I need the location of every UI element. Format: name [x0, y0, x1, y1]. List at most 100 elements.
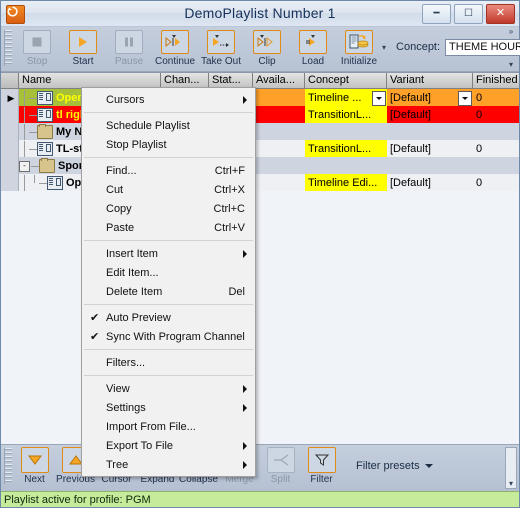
column-header-variant[interactable]: Variant — [387, 73, 473, 88]
menu-item-tree[interactable]: Tree — [82, 455, 255, 474]
menu-item-sync-with-program-channel[interactable]: ✔ Sync With Program Channel — [82, 327, 255, 346]
menu-item-cut[interactable]: Cut Ctrl+X — [82, 180, 255, 199]
table-row[interactable]: My New — [1, 123, 519, 140]
cell-availa[interactable] — [253, 140, 305, 157]
cell-availa[interactable] — [253, 106, 305, 123]
cell-finished[interactable] — [473, 123, 519, 140]
table-row[interactable]: OpenTimeline Edi...[Default]0100 % — [1, 174, 519, 191]
stop-button[interactable]: Stop — [14, 29, 60, 69]
cell-variant[interactable]: [Default] — [387, 140, 473, 157]
menu-item-shortcut: Ctrl+V — [214, 221, 245, 234]
cell-concept[interactable]: Timeline ... — [305, 89, 387, 106]
cell-finished[interactable]: 0 — [473, 106, 519, 123]
split-button[interactable]: Split — [260, 445, 301, 489]
cell-finished[interactable]: 0 — [473, 140, 519, 157]
table-row[interactable]: - Sports — [1, 157, 519, 174]
cell-variant[interactable]: [Default] — [387, 174, 473, 191]
cell-concept[interactable]: Timeline Edi... — [305, 174, 387, 191]
menu-item-find[interactable]: Find... Ctrl+F — [82, 161, 255, 180]
take-out-button[interactable]: Take Out — [198, 29, 244, 69]
menu-item-import-from-file[interactable]: Import From File... — [82, 417, 255, 436]
grid-body: ▶Open-Timeline ...[Default]0100 %tl righ… — [1, 89, 519, 191]
next-button[interactable]: Next — [14, 445, 55, 489]
toolbar-grip[interactable] — [4, 30, 12, 66]
row-cursor-gutter[interactable]: ▶ — [1, 89, 19, 106]
column-header-availa[interactable]: Availa... — [253, 73, 305, 88]
cell-variant[interactable]: [Default] — [387, 106, 473, 123]
cell-variant[interactable] — [387, 157, 473, 174]
menu-item-copy[interactable]: Copy Ctrl+C — [82, 199, 255, 218]
menu-separator — [84, 112, 253, 113]
submenu-arrow-icon — [243, 95, 247, 104]
menu-item-label: Cut — [106, 183, 124, 196]
cell-variant[interactable]: [Default] — [387, 89, 473, 106]
stop-button-label: Stop — [26, 56, 48, 67]
filter-presets-button[interactable]: Filter presets — [356, 445, 433, 487]
tree-line — [19, 175, 29, 191]
row-cursor-gutter[interactable] — [1, 157, 19, 174]
load-button[interactable]: Load — [290, 29, 336, 69]
check-icon: ✔ — [90, 331, 100, 343]
column-header-name[interactable]: Name — [19, 73, 161, 88]
menu-item-paste[interactable]: Paste Ctrl+V — [82, 218, 255, 237]
cell-concept[interactable]: TransitionL... — [305, 106, 387, 123]
minimize-button[interactable]: ━ — [422, 4, 451, 24]
toolbar-overflow-button[interactable]: ▾ — [382, 27, 386, 67]
table-row[interactable]: tl rightTransitionL...[Default]080 % — [1, 106, 519, 123]
row-cursor-gutter[interactable] — [1, 123, 19, 140]
menu-item-label: Settings — [106, 401, 146, 414]
clip-button[interactable]: Clip — [244, 29, 290, 69]
cell-finished-text: 0 — [476, 143, 483, 155]
menu-item-view[interactable]: View — [82, 379, 255, 398]
menu-item-edit-item[interactable]: Edit Item... — [82, 263, 255, 282]
menu-item-label: Copy — [106, 202, 132, 215]
maximize-button[interactable]: ☐ — [454, 4, 483, 24]
initialize-icon — [345, 30, 373, 54]
filter-button-label: Filter — [310, 474, 333, 485]
cell-finished[interactable]: 0 — [473, 174, 519, 191]
menu-item-export-to-file[interactable]: Export To File — [82, 436, 255, 455]
row-cursor-gutter[interactable] — [1, 140, 19, 157]
cell-concept[interactable]: TransitionL... — [305, 140, 387, 157]
bottom-toolbar-grip[interactable] — [4, 448, 12, 484]
menu-item-filters[interactable]: Filters... — [82, 353, 255, 372]
menu-item-stop-playlist[interactable]: Stop Playlist — [82, 135, 255, 154]
toolbar-expand-controls[interactable]: » ▾ — [505, 27, 517, 71]
column-header-concept[interactable]: Concept — [305, 73, 387, 88]
start-button[interactable]: Start — [60, 29, 106, 69]
document-icon — [47, 176, 63, 190]
menu-item-insert-item[interactable]: Insert Item — [82, 244, 255, 263]
menu-item-delete-item[interactable]: Delete Item Del — [82, 282, 255, 301]
row-cursor-gutter[interactable] — [1, 174, 19, 191]
table-row[interactable]: TL-stdTransitionL...[Default]0100 % — [1, 140, 519, 157]
cell-availa[interactable] — [253, 157, 305, 174]
cell-availa[interactable] — [253, 123, 305, 140]
row-cursor-gutter[interactable] — [1, 106, 19, 123]
menu-item-schedule-playlist[interactable]: Schedule Playlist — [82, 116, 255, 135]
menu-item-auto-preview[interactable]: ✔ Auto Preview — [82, 308, 255, 327]
table-row[interactable]: ▶Open-Timeline ...[Default]0100 % — [1, 89, 519, 106]
cell-finished[interactable] — [473, 157, 519, 174]
column-header-finished[interactable]: Finished — [473, 73, 519, 88]
cell-concept[interactable] — [305, 157, 387, 174]
menu-item-settings[interactable]: Settings — [82, 398, 255, 417]
top-toolbar: Stop Start Pause Continue Take Out Clip … — [1, 27, 520, 72]
continue-button[interactable]: Continue — [152, 29, 198, 69]
bottom-toolbar-scrollbar[interactable]: ▾ — [505, 447, 517, 489]
cell-availa[interactable] — [253, 174, 305, 191]
initialize-button[interactable]: Initialize — [336, 29, 382, 69]
column-header-chan[interactable]: Chan... — [161, 73, 209, 88]
variant-cell-dropdown[interactable] — [458, 91, 472, 106]
tree-line — [29, 175, 39, 191]
tree-expander-icon[interactable]: - — [19, 160, 30, 172]
cell-finished[interactable]: 0 — [473, 89, 519, 106]
cell-availa[interactable] — [253, 89, 305, 106]
close-button[interactable]: ✕ — [486, 4, 515, 24]
filter-button[interactable]: Filter — [301, 445, 342, 489]
cell-concept[interactable] — [305, 123, 387, 140]
column-header-stat[interactable]: Stat... — [209, 73, 253, 88]
cell-variant[interactable] — [387, 123, 473, 140]
concept-cell-dropdown[interactable] — [372, 91, 386, 106]
pause-button[interactable]: Pause — [106, 29, 152, 69]
menu-item-cursors[interactable]: Cursors — [82, 90, 255, 109]
